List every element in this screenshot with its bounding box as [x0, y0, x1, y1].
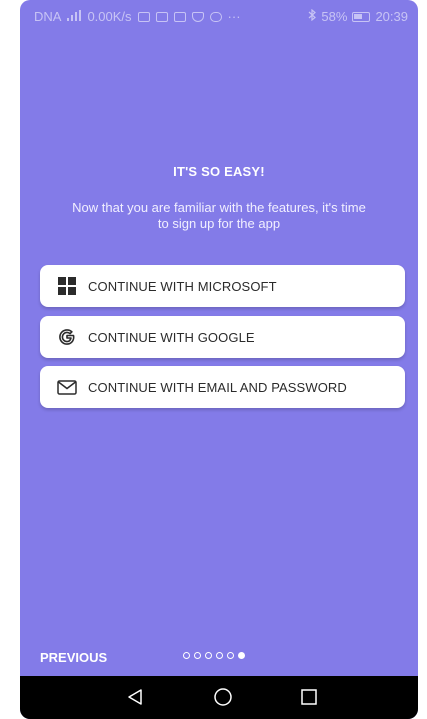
- envelope-icon: [57, 377, 77, 397]
- status-left: DNA 0.00K/s ···: [34, 9, 241, 24]
- page-dot-4[interactable]: [216, 652, 223, 659]
- recents-square-icon[interactable]: [298, 686, 320, 708]
- signal-icon: [67, 9, 82, 24]
- clock: 20:39: [375, 9, 408, 24]
- laptop-icon: [137, 11, 150, 22]
- carrier-label: DNA: [34, 9, 62, 24]
- page-subtitle: Now that you are familiar with the featu…: [72, 200, 366, 231]
- mail-icon: [155, 11, 168, 22]
- shield-icon: [191, 11, 204, 22]
- previous-button[interactable]: PREVIOUS: [40, 650, 107, 665]
- battery-icon: [352, 11, 371, 22]
- message-icon: [209, 11, 222, 22]
- page-dot-3[interactable]: [205, 652, 212, 659]
- page-dot-5[interactable]: [227, 652, 234, 659]
- home-circle-icon[interactable]: [212, 686, 234, 708]
- page-dot-1[interactable]: [183, 652, 190, 659]
- page-dot-6-active[interactable]: [238, 652, 245, 659]
- continue-with-google-button[interactable]: CONTINUE WITH GOOGLE: [40, 316, 405, 358]
- system-navigation-bar: [20, 676, 418, 719]
- continue-with-email-button[interactable]: CONTINUE WITH EMAIL AND PASSWORD: [40, 366, 405, 408]
- status-right: 58% 20:39: [308, 8, 408, 24]
- network-speed: 0.00K/s: [87, 9, 132, 24]
- image-icon: [173, 11, 186, 22]
- back-triangle-icon[interactable]: [124, 686, 146, 708]
- status-bar: DNA 0.00K/s ··· 58% 20:39: [20, 0, 418, 34]
- more-notifications: ···: [227, 9, 241, 24]
- email-button-label: CONTINUE WITH EMAIL AND PASSWORD: [88, 379, 347, 395]
- app-screen: DNA 0.00K/s ··· 58% 20:39 IT'S SO EASY! …: [20, 0, 418, 719]
- page-title: IT'S SO EASY!: [173, 164, 265, 179]
- google-g-icon: [57, 327, 77, 347]
- continue-with-microsoft-button[interactable]: CONTINUE WITH MICROSOFT: [40, 265, 405, 307]
- page-dot-2[interactable]: [194, 652, 201, 659]
- page-indicator: [183, 652, 245, 659]
- microsoft-logo-icon: [57, 276, 77, 296]
- battery-percent: 58%: [321, 9, 348, 24]
- microsoft-button-label: CONTINUE WITH MICROSOFT: [88, 278, 277, 294]
- google-button-label: CONTINUE WITH GOOGLE: [88, 329, 255, 345]
- bluetooth-icon: [308, 8, 317, 24]
